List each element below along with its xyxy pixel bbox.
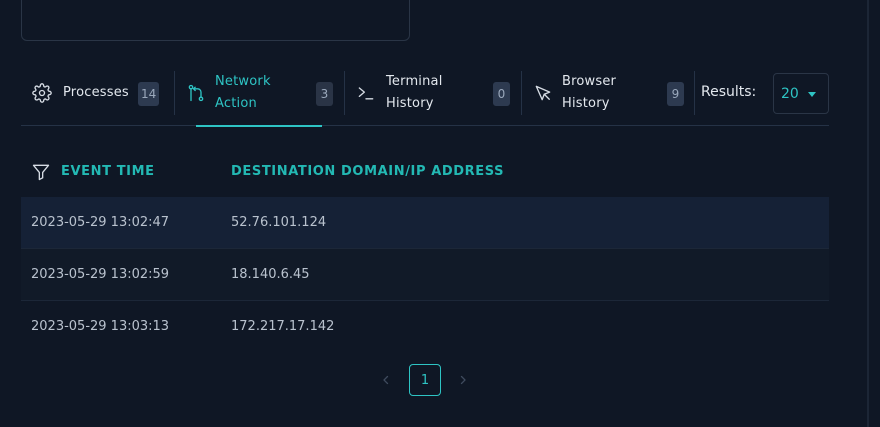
chevron-right-icon[interactable] bbox=[455, 372, 471, 388]
active-tab-indicator bbox=[196, 125, 322, 127]
destination-cell: 172.217.17.142 bbox=[231, 319, 335, 334]
event-time-cell: 2023-05-29 13:02:47 bbox=[31, 215, 170, 230]
tab-terminal-history-label: Terminal History bbox=[386, 74, 443, 111]
event-time-cell: 2023-05-29 13:02:59 bbox=[31, 267, 170, 282]
column-header-destination[interactable]: DESTINATION DOMAIN/IP ADDRESS bbox=[231, 164, 504, 179]
destination-cell: 52.76.101.124 bbox=[231, 215, 327, 230]
table-row[interactable]: 2023-05-29 13:03:13 172.217.17.142 bbox=[21, 301, 829, 353]
tab-processes-label: Processes bbox=[63, 85, 129, 100]
gear-icon bbox=[32, 83, 52, 103]
results-per-page-select[interactable]: 20 bbox=[773, 73, 829, 114]
chevron-left-icon[interactable] bbox=[378, 372, 394, 388]
tab-bar: Processes 14 Network Action 3 Terminal H… bbox=[21, 70, 829, 127]
event-time-cell: 2023-05-29 13:03:13 bbox=[31, 319, 170, 334]
results-label: Results: bbox=[701, 84, 757, 100]
tab-terminal-history[interactable]: Terminal History 0 bbox=[345, 70, 521, 126]
tab-terminal-history-count: 0 bbox=[493, 82, 510, 106]
terminal-icon bbox=[356, 83, 376, 103]
tab-network-action-count: 3 bbox=[316, 82, 333, 106]
caret-down-icon bbox=[808, 92, 816, 97]
tab-network-action-label: Network Action bbox=[215, 74, 271, 111]
panel-right-border bbox=[867, 0, 869, 427]
pagination-page-current[interactable]: 1 bbox=[409, 364, 441, 396]
tab-divider bbox=[694, 71, 695, 115]
tab-processes[interactable]: Processes 14 bbox=[21, 70, 174, 126]
tab-browser-history[interactable]: Browser History 9 bbox=[522, 70, 694, 126]
cursor-pointer-icon bbox=[533, 83, 553, 103]
table-header: EVENT TIME DESTINATION DOMAIN/IP ADDRESS bbox=[21, 150, 829, 194]
tab-processes-count: 14 bbox=[138, 82, 160, 106]
destination-cell: 18.140.6.45 bbox=[231, 267, 310, 282]
filter-icon[interactable] bbox=[31, 162, 51, 186]
tab-browser-history-count: 9 bbox=[667, 82, 684, 106]
tab-browser-history-label: Browser History bbox=[562, 74, 617, 111]
table-row[interactable]: 2023-05-29 13:02:59 18.140.6.45 bbox=[21, 249, 829, 301]
git-branch-icon bbox=[186, 83, 206, 103]
tab-network-action[interactable]: Network Action 3 bbox=[175, 70, 344, 126]
results-value: 20 bbox=[781, 85, 799, 102]
table-row[interactable]: 2023-05-29 13:02:47 52.76.101.124 bbox=[21, 197, 829, 249]
top-card bbox=[21, 0, 410, 41]
column-header-event-time[interactable]: EVENT TIME bbox=[61, 164, 155, 179]
